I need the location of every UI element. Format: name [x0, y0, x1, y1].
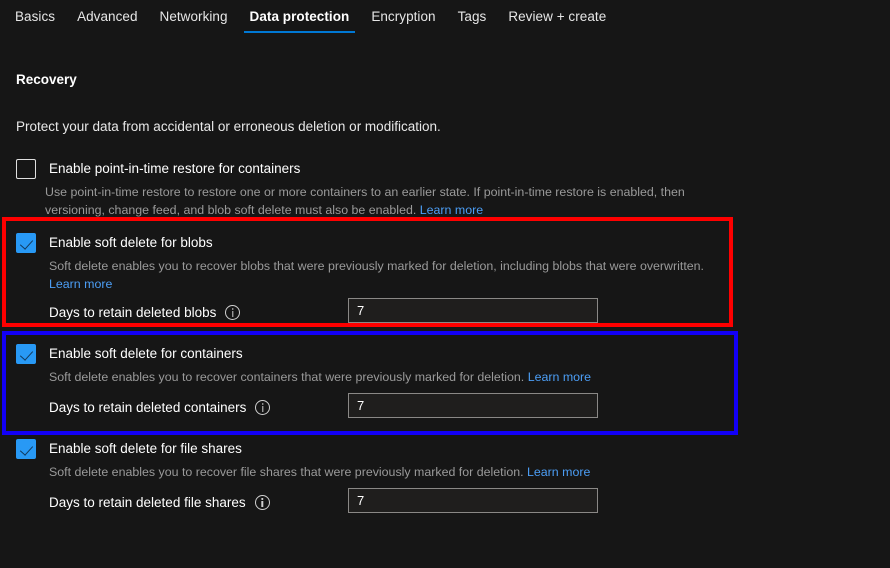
data-protection-panel: Recovery Protect your data from accident… — [0, 33, 890, 568]
soft-delete-file-shares-learn-more-link[interactable]: Learn more — [527, 465, 590, 479]
helper-text: Soft delete enables you to recover blobs… — [49, 259, 704, 273]
soft-delete-containers-row[interactable]: Enable soft delete for containers — [16, 344, 243, 364]
days-retain-blobs-label-group: Days to retain deleted blobs — [49, 305, 241, 320]
point-in-time-restore-checkbox[interactable] — [16, 159, 36, 179]
helper-text: Soft delete enables you to recover file … — [49, 465, 524, 479]
days-retain-blobs-label: Days to retain deleted blobs — [49, 305, 217, 320]
point-in-time-restore-label[interactable]: Enable point-in-time restore for contain… — [49, 159, 300, 179]
soft-delete-file-shares-label[interactable]: Enable soft delete for file shares — [49, 439, 242, 459]
tab-networking[interactable]: Networking — [149, 0, 239, 33]
recovery-heading: Recovery — [16, 72, 77, 87]
days-retain-containers-label-group: Days to retain deleted containers — [49, 400, 271, 415]
tab-encryption[interactable]: Encryption — [360, 0, 446, 33]
tab-tags[interactable]: Tags — [447, 0, 498, 33]
tab-advanced[interactable]: Advanced — [66, 0, 148, 33]
recovery-description: Protect your data from accidental or err… — [16, 119, 441, 134]
soft-delete-containers-helper: Soft delete enables you to recover conta… — [49, 368, 724, 386]
tab-label: Data protection — [249, 9, 350, 24]
tab-label: Review + create — [508, 9, 607, 24]
soft-delete-file-shares-helper: Soft delete enables you to recover file … — [49, 463, 724, 481]
soft-delete-containers-label[interactable]: Enable soft delete for containers — [49, 344, 243, 364]
wizard-tab-bar: Basics Advanced Networking Data protecti… — [0, 0, 890, 33]
tab-label: Advanced — [77, 9, 138, 24]
soft-delete-containers-checkbox[interactable] — [16, 344, 36, 364]
point-in-time-restore-row[interactable]: Enable point-in-time restore for contain… — [16, 159, 300, 179]
days-retain-file-shares-label: Days to retain deleted file shares — [49, 495, 246, 510]
helper-text: Soft delete enables you to recover conta… — [49, 370, 525, 384]
days-retain-containers-label: Days to retain deleted containers — [49, 400, 247, 415]
soft-delete-blobs-checkbox[interactable] — [16, 233, 36, 253]
tab-review-create[interactable]: Review + create — [497, 0, 617, 33]
soft-delete-file-shares-checkbox[interactable] — [16, 439, 36, 459]
helper-text: Use point-in-time restore to restore one… — [45, 185, 685, 217]
tab-basics[interactable]: Basics — [4, 0, 66, 33]
tab-label: Networking — [159, 9, 228, 24]
soft-delete-blobs-label[interactable]: Enable soft delete for blobs — [49, 233, 213, 253]
days-retain-containers-input[interactable] — [348, 393, 598, 418]
soft-delete-containers-learn-more-link[interactable]: Learn more — [528, 370, 591, 384]
info-icon[interactable] — [254, 495, 270, 510]
days-retain-file-shares-label-group: Days to retain deleted file shares — [49, 495, 270, 510]
days-retain-file-shares-input[interactable] — [348, 488, 598, 513]
tab-label: Basics — [15, 9, 56, 24]
soft-delete-blobs-learn-more-link[interactable]: Learn more — [49, 277, 112, 291]
tab-data-protection[interactable]: Data protection — [239, 0, 361, 33]
soft-delete-file-shares-row[interactable]: Enable soft delete for file shares — [16, 439, 242, 459]
info-icon[interactable] — [255, 400, 271, 415]
tab-label: Tags — [457, 9, 487, 24]
days-retain-blobs-input[interactable] — [348, 298, 598, 323]
info-icon[interactable] — [225, 305, 241, 320]
soft-delete-blobs-row[interactable]: Enable soft delete for blobs — [16, 233, 213, 253]
point-in-time-restore-helper: Use point-in-time restore to restore one… — [45, 183, 745, 219]
point-in-time-restore-learn-more-link[interactable]: Learn more — [420, 203, 483, 217]
tab-label: Encryption — [371, 9, 436, 24]
soft-delete-blobs-helper: Soft delete enables you to recover blobs… — [49, 257, 724, 293]
